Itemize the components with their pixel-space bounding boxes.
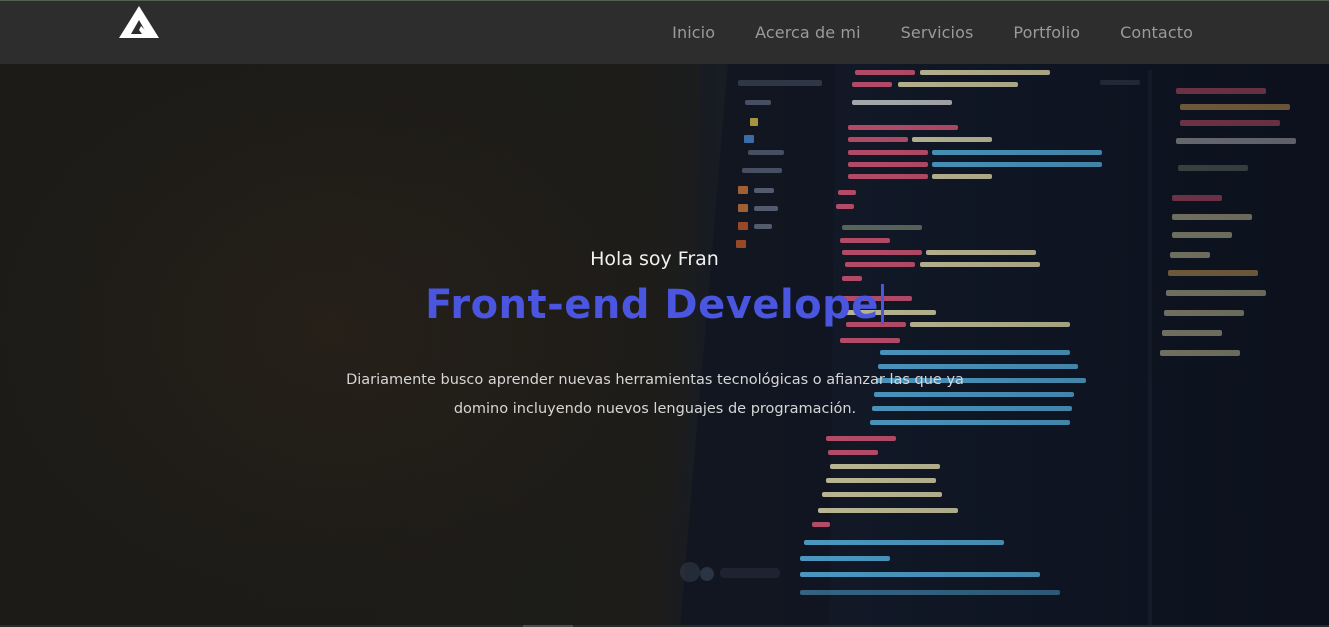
triangle-a-logo[interactable]	[117, 4, 161, 40]
hero-description-line-2: domino incluyendo nuevos lenguajes de pr…	[453, 401, 857, 417]
hero-greeting: Hola soy Fran	[590, 248, 719, 270]
nav-link-servicios[interactable]: Servicios	[901, 23, 974, 42]
hero-description: Diariamente busco aprender nuevas herram…	[320, 366, 990, 424]
page: Inicio Acerca de mi Servicios Portfolio …	[0, 0, 1329, 627]
nav-link-inicio[interactable]: Inicio	[672, 23, 715, 42]
hero-title: Front-end Develope	[425, 282, 879, 328]
hero-section: Hola soy Fran Front-end Develope Diariam…	[0, 0, 1329, 627]
typing-cursor	[880, 284, 884, 324]
hero-title-wrap: Front-end Develope	[0, 282, 1309, 328]
navbar: Inicio Acerca de mi Servicios Portfolio …	[0, 0, 1329, 64]
hero-description-line-1: Diariamente busco aprender nuevas herram…	[346, 372, 964, 388]
nav-link-acerca-de-mi[interactable]: Acerca de mi	[755, 23, 861, 42]
nav-link-contacto[interactable]: Contacto	[1120, 23, 1193, 42]
main-nav: Inicio Acerca de mi Servicios Portfolio …	[632, 1, 1193, 63]
nav-link-portfolio[interactable]: Portfolio	[1013, 23, 1080, 42]
